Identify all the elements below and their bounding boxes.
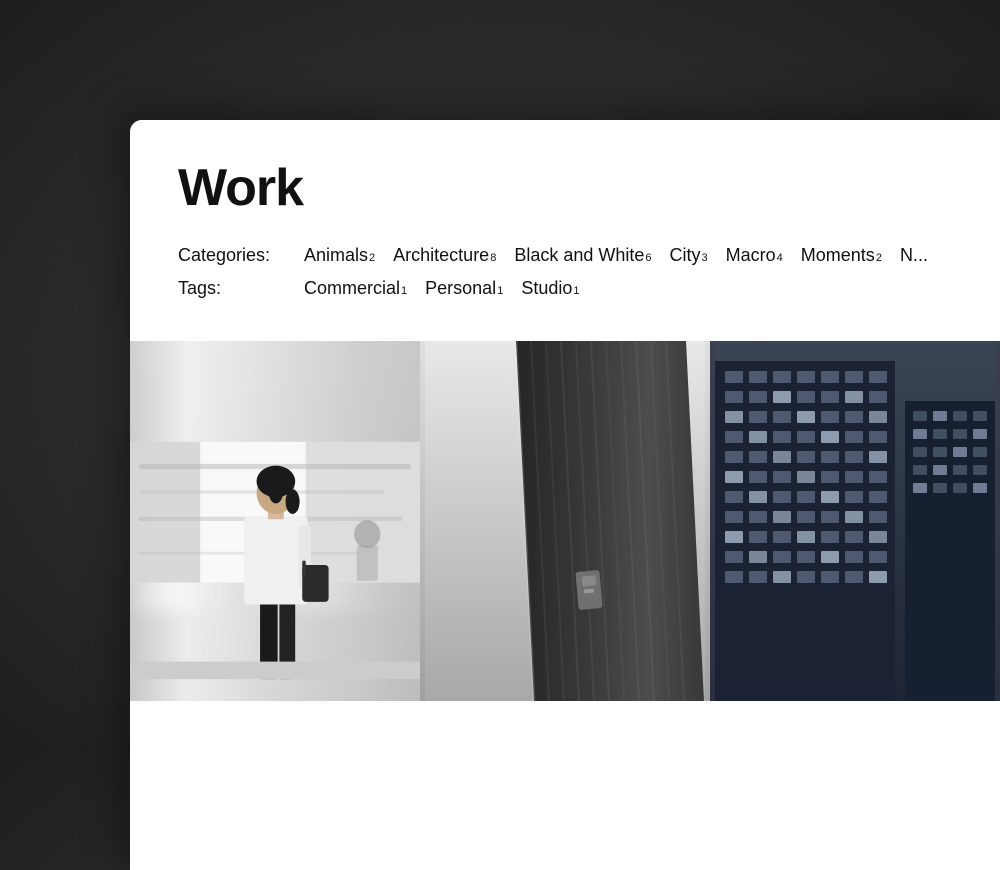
gallery-section — [130, 341, 1000, 701]
category-more[interactable]: N... — [900, 245, 928, 266]
tag-studio[interactable]: Studio1 — [521, 278, 593, 299]
page-container: Work Categories: Animals2 Architecture8 … — [130, 120, 1000, 870]
category-black-and-white[interactable]: Black and White6 — [514, 245, 665, 266]
tag-personal[interactable]: Personal1 — [425, 278, 517, 299]
categories-list: Animals2 Architecture8 Black and White6 … — [304, 245, 928, 266]
tags-list: Commercial1 Personal1 Studio1 — [304, 278, 593, 299]
page-title: Work — [178, 160, 952, 217]
gallery-image-subway[interactable] — [130, 341, 420, 701]
tags-row: Tags: Commercial1 Personal1 Studio1 — [178, 278, 952, 299]
category-macro[interactable]: Macro4 — [726, 245, 797, 266]
gallery-image-city[interactable] — [710, 341, 1000, 701]
tags-label: Tags: — [178, 278, 288, 299]
categories-label: Categories: — [178, 245, 288, 266]
category-moments[interactable]: Moments2 — [801, 245, 896, 266]
category-city[interactable]: City3 — [670, 245, 722, 266]
header-section: Work Categories: Animals2 Architecture8 … — [130, 120, 1000, 341]
category-animals[interactable]: Animals2 — [304, 245, 389, 266]
category-architecture[interactable]: Architecture8 — [393, 245, 510, 266]
tag-commercial[interactable]: Commercial1 — [304, 278, 421, 299]
gallery-image-architecture[interactable] — [420, 341, 710, 701]
categories-row: Categories: Animals2 Architecture8 Black… — [178, 245, 952, 266]
